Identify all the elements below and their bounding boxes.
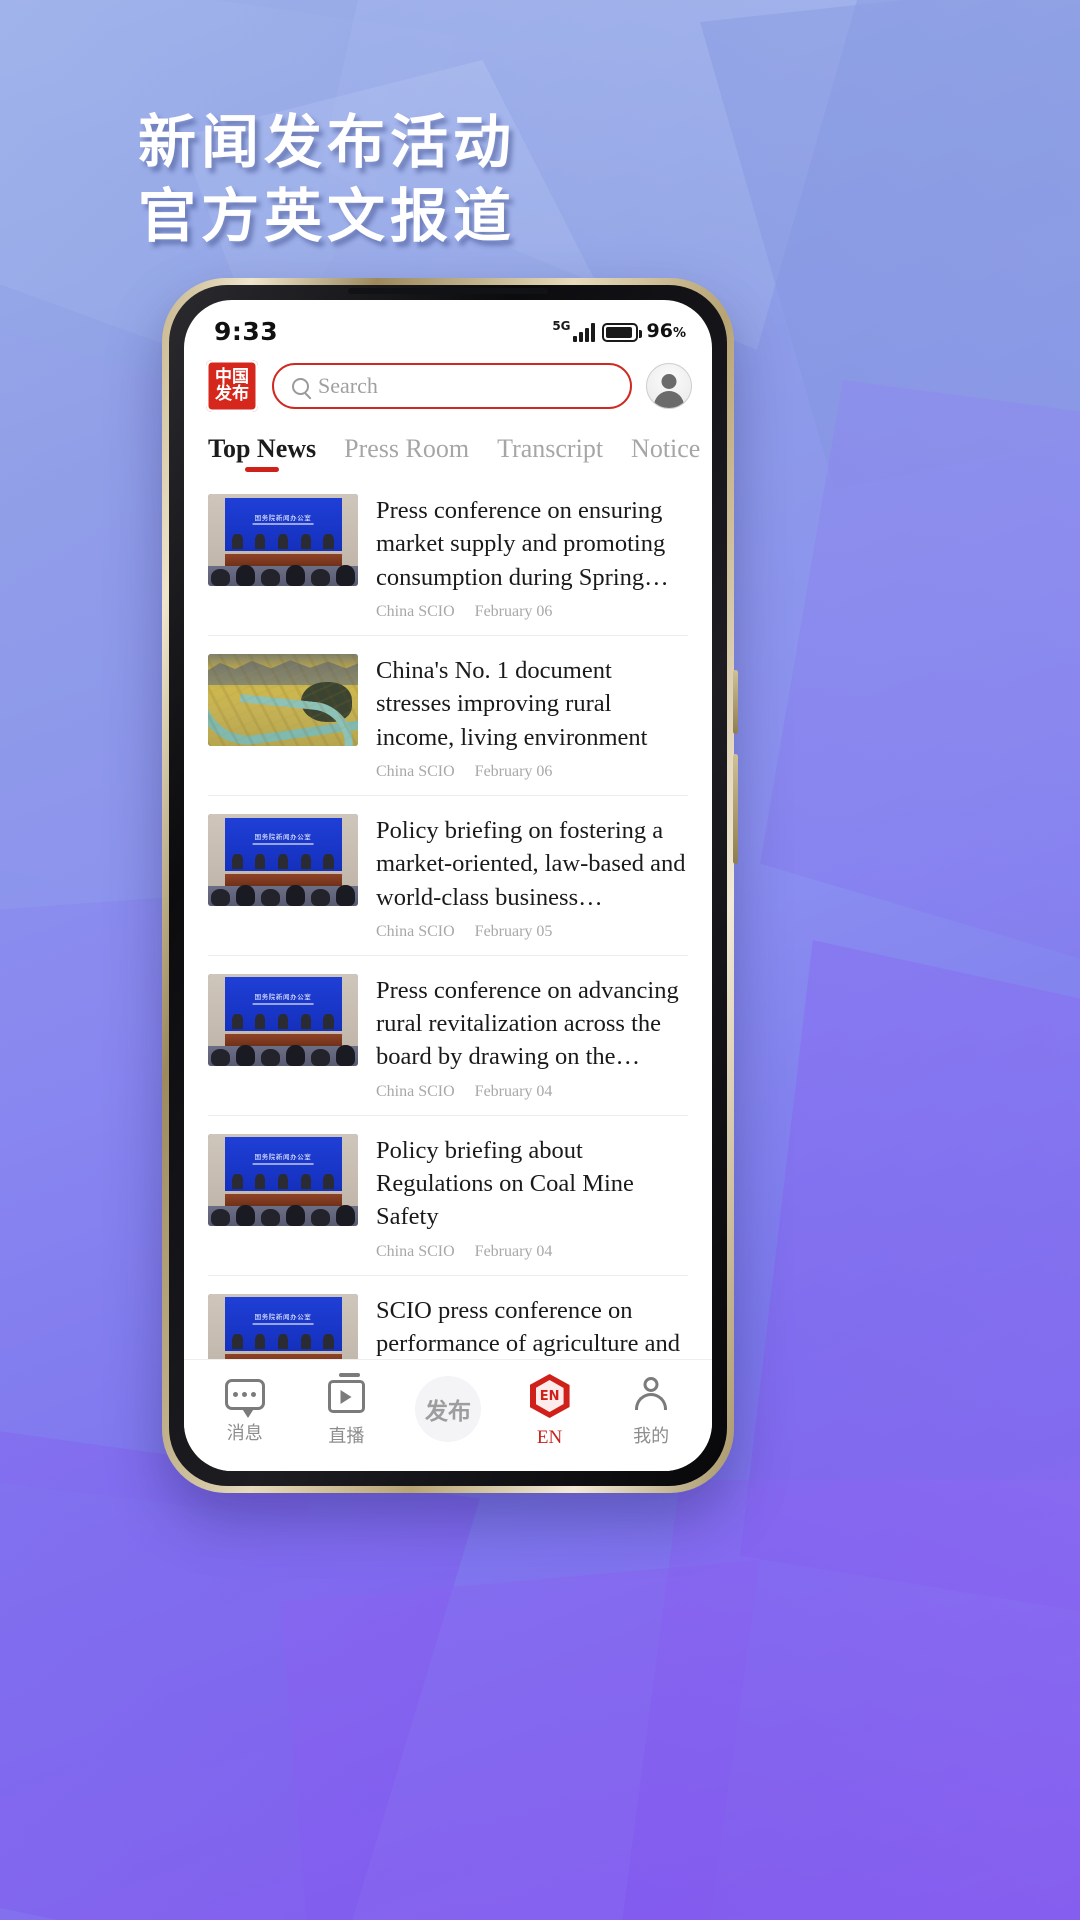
nav-item-en[interactable]: EN EN	[499, 1374, 601, 1449]
news-body: Policy briefing on fostering a market-or…	[376, 814, 688, 941]
news-thumbnail	[208, 653, 358, 746]
thumb-caption: 国务院新闻办公室	[254, 1313, 312, 1322]
news-title: Press conference on advancing rural revi…	[376, 976, 679, 1071]
nav-item-live[interactable]: 直播	[296, 1372, 398, 1448]
news-body: China's No. 1 document stresses improvin…	[376, 654, 688, 781]
search-icon	[292, 377, 309, 395]
news-meta: China SCIO February 04	[376, 1083, 688, 1101]
nav-label: 发布	[424, 1398, 471, 1425]
chat-bubble-icon	[224, 1378, 265, 1418]
nav-item-messages[interactable]: 消息	[194, 1378, 296, 1445]
list-item[interactable]: China's No. 1 document stresses improvin…	[208, 636, 688, 796]
list-item[interactable]: 国务院新闻办公室 Policy briefing on fostering a …	[208, 796, 688, 956]
list-item[interactable]: 国务院新闻办公室 Press conference on advancing r…	[208, 956, 688, 1116]
tab-notice[interactable]: Notice	[631, 434, 700, 476]
headline-line-2: 官方英文报道	[138, 182, 517, 251]
news-date: February 04	[474, 1082, 553, 1100]
search-placeholder: Search	[318, 373, 378, 398]
live-video-icon	[327, 1372, 365, 1413]
bottom-navigation: 消息 直播 发布 EN EN 我的	[184, 1359, 712, 1471]
category-tabs: Top News Press Room Transcript Notice	[184, 424, 712, 476]
news-title: Policy briefing on fostering a market-or…	[376, 816, 686, 911]
news-thumbnail: 国务院新闻办公室	[208, 494, 358, 586]
network-type-label: 5G	[552, 319, 571, 333]
news-date: February 06	[474, 602, 553, 620]
news-body: Press conference on advancing rural revi…	[376, 974, 688, 1101]
en-hexagon-icon: EN	[529, 1374, 570, 1418]
poster-headline: 新闻发布活动 官方英文报道	[138, 105, 516, 253]
news-source: China SCIO	[376, 1082, 455, 1100]
news-body: SCIO press conference on performance of …	[376, 1294, 688, 1359]
list-item[interactable]: 国务院新闻办公室 SCIO press conference on perfor…	[208, 1276, 688, 1359]
app-logo[interactable]: 中国 发布	[206, 360, 258, 412]
user-avatar-icon	[661, 374, 677, 389]
tab-top-news[interactable]: Top News	[208, 434, 316, 476]
status-time: 9:33	[214, 316, 279, 346]
nav-item-profile[interactable]: 我的	[600, 1375, 702, 1448]
thumb-caption: 国务院新闻办公室	[254, 833, 312, 842]
news-source: China SCIO	[376, 762, 455, 780]
news-date: February 04	[474, 1242, 553, 1260]
battery-percent-label: 96%	[646, 320, 686, 342]
phone-earpiece	[348, 288, 548, 294]
signal-strength-icon	[572, 323, 595, 342]
news-thumbnail: 国务院新闻办公室	[208, 973, 358, 1066]
status-indicators: 5G 96%	[552, 319, 686, 342]
nav-label: 我的	[633, 1426, 670, 1447]
tab-label: Top News	[208, 434, 317, 463]
news-thumbnail: 国务院新闻办公室	[208, 1133, 358, 1226]
news-meta: China SCIO February 05	[376, 923, 688, 941]
en-badge-text: EN	[535, 1380, 564, 1412]
news-source: China SCIO	[376, 922, 455, 940]
app-header: 中国 发布 Search	[184, 352, 712, 424]
news-body: Policy briefing about Regulations on Coa…	[376, 1134, 688, 1261]
thumb-caption: 国务院新闻办公室	[254, 513, 312, 522]
list-item[interactable]: 国务院新闻办公室 Press conference on ensuring ma…	[208, 476, 688, 636]
news-thumbnail: 国务院新闻办公室	[208, 813, 358, 906]
headline-line-1: 新闻发布活动	[138, 108, 517, 176]
battery-icon	[601, 323, 642, 342]
phone-power-button[interactable]	[733, 754, 738, 864]
news-title: Press conference on ensuring market supp…	[376, 497, 666, 591]
tab-press-room[interactable]: Press Room	[344, 434, 469, 476]
tab-label: Press Room	[344, 434, 470, 463]
tab-label: Notice	[631, 434, 701, 463]
bg-facet	[280, 1560, 760, 1920]
news-date: February 06	[474, 762, 553, 780]
news-title: Policy briefing about Regulations on Coa…	[376, 1136, 634, 1231]
bg-facet	[760, 380, 1080, 1000]
nav-item-publish[interactable]: 发布	[397, 1375, 499, 1442]
news-meta: China SCIO February 06	[376, 763, 688, 781]
avatar[interactable]	[646, 363, 692, 409]
news-thumbnail: 国务院新闻办公室	[208, 1293, 358, 1359]
phone-mockup: 9:33 5G 96% 中国 发布 Search Top News Press …	[162, 278, 738, 1493]
phone-bezel: 9:33 5G 96% 中国 发布 Search Top News Press …	[169, 285, 727, 1486]
status-bar: 9:33 5G 96%	[184, 300, 712, 352]
publish-circle-icon: 发布	[414, 1375, 481, 1442]
list-item[interactable]: 国务院新闻办公室 Policy briefing about Regulatio…	[208, 1116, 688, 1276]
news-date: February 05	[474, 922, 553, 940]
logo-line-2: 发布	[215, 384, 249, 404]
news-meta: China SCIO February 04	[376, 1243, 688, 1261]
search-input[interactable]: Search	[272, 363, 632, 409]
app-scroll-area[interactable]: 9:33 5G 96% 中国 发布 Search Top News Press …	[184, 300, 712, 1359]
tab-transcript[interactable]: Transcript	[497, 434, 603, 476]
news-meta: China SCIO February 06	[376, 603, 688, 621]
thumb-caption: 国务院新闻办公室	[254, 1153, 312, 1162]
nav-label: 直播	[328, 1425, 365, 1447]
news-title: SCIO press conference on performance of …	[376, 1296, 681, 1357]
nav-label: EN	[536, 1427, 563, 1448]
news-source: China SCIO	[376, 1242, 455, 1260]
tab-label: Transcript	[497, 434, 604, 463]
news-list: 国务院新闻办公室 Press conference on ensuring ma…	[184, 476, 712, 1359]
news-title: China's No. 1 document stresses improvin…	[376, 656, 648, 751]
phone-screen: 9:33 5G 96% 中国 发布 Search Top News Press …	[184, 300, 712, 1471]
thumb-caption: 国务院新闻办公室	[254, 993, 312, 1002]
news-body: Press conference on ensuring market supp…	[376, 494, 688, 621]
news-source: China SCIO	[376, 602, 455, 620]
user-profile-icon	[631, 1375, 671, 1413]
nav-label: 消息	[226, 1422, 263, 1444]
phone-volume-button[interactable]	[733, 670, 738, 734]
